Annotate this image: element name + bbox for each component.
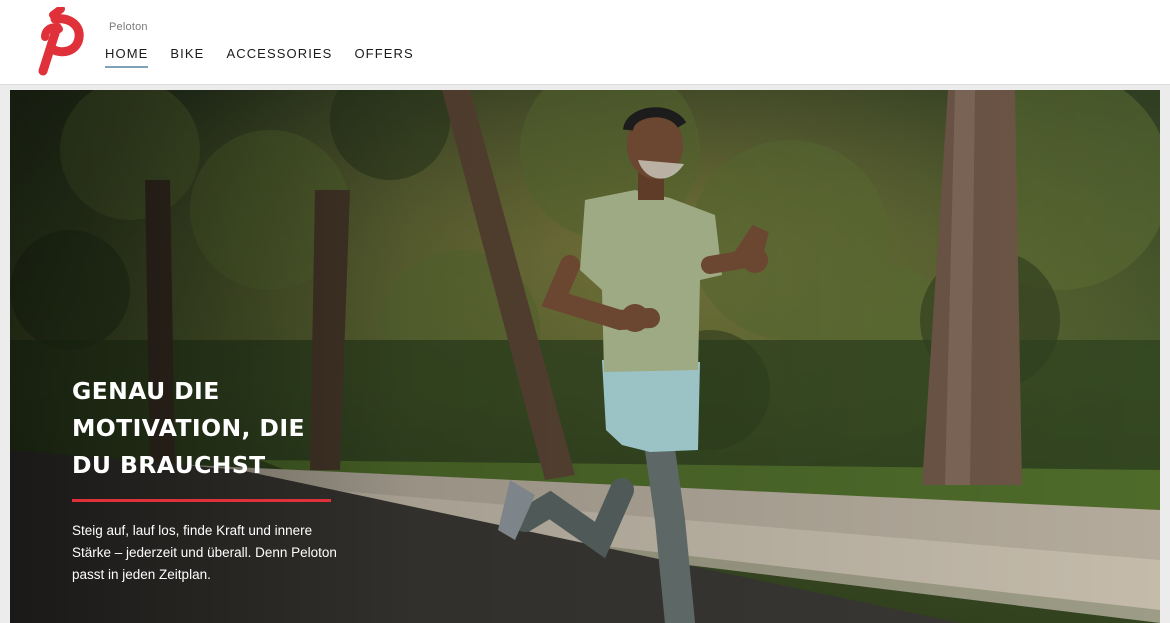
main-nav: HOME BIKE ACCESSORIES OFFERS	[105, 46, 436, 68]
peloton-logo-icon[interactable]	[33, 7, 85, 77]
nav-item-home[interactable]: HOME	[105, 46, 149, 68]
hero-banner[interactable]: GENAU DIE MOTIVATION, DIE DU BRAUCHST St…	[10, 90, 1160, 623]
hero-text-block: GENAU DIE MOTIVATION, DIE DU BRAUCHST St…	[72, 373, 352, 586]
nav-item-offers[interactable]: OFFERS	[354, 46, 413, 68]
hero-subcopy: Steig auf, lauf los, finde Kraft und inn…	[72, 523, 337, 582]
nav-item-accessories[interactable]: ACCESSORIES	[226, 46, 332, 68]
hero-headline: GENAU DIE MOTIVATION, DIE DU BRAUCHST	[72, 377, 305, 479]
hero-accent-rule	[72, 499, 331, 502]
top-navigation-bar: Peloton HOME BIKE ACCESSORIES OFFERS	[0, 0, 1170, 85]
nav-item-bike[interactable]: BIKE	[170, 46, 204, 68]
brand-name: Peloton	[109, 21, 148, 33]
